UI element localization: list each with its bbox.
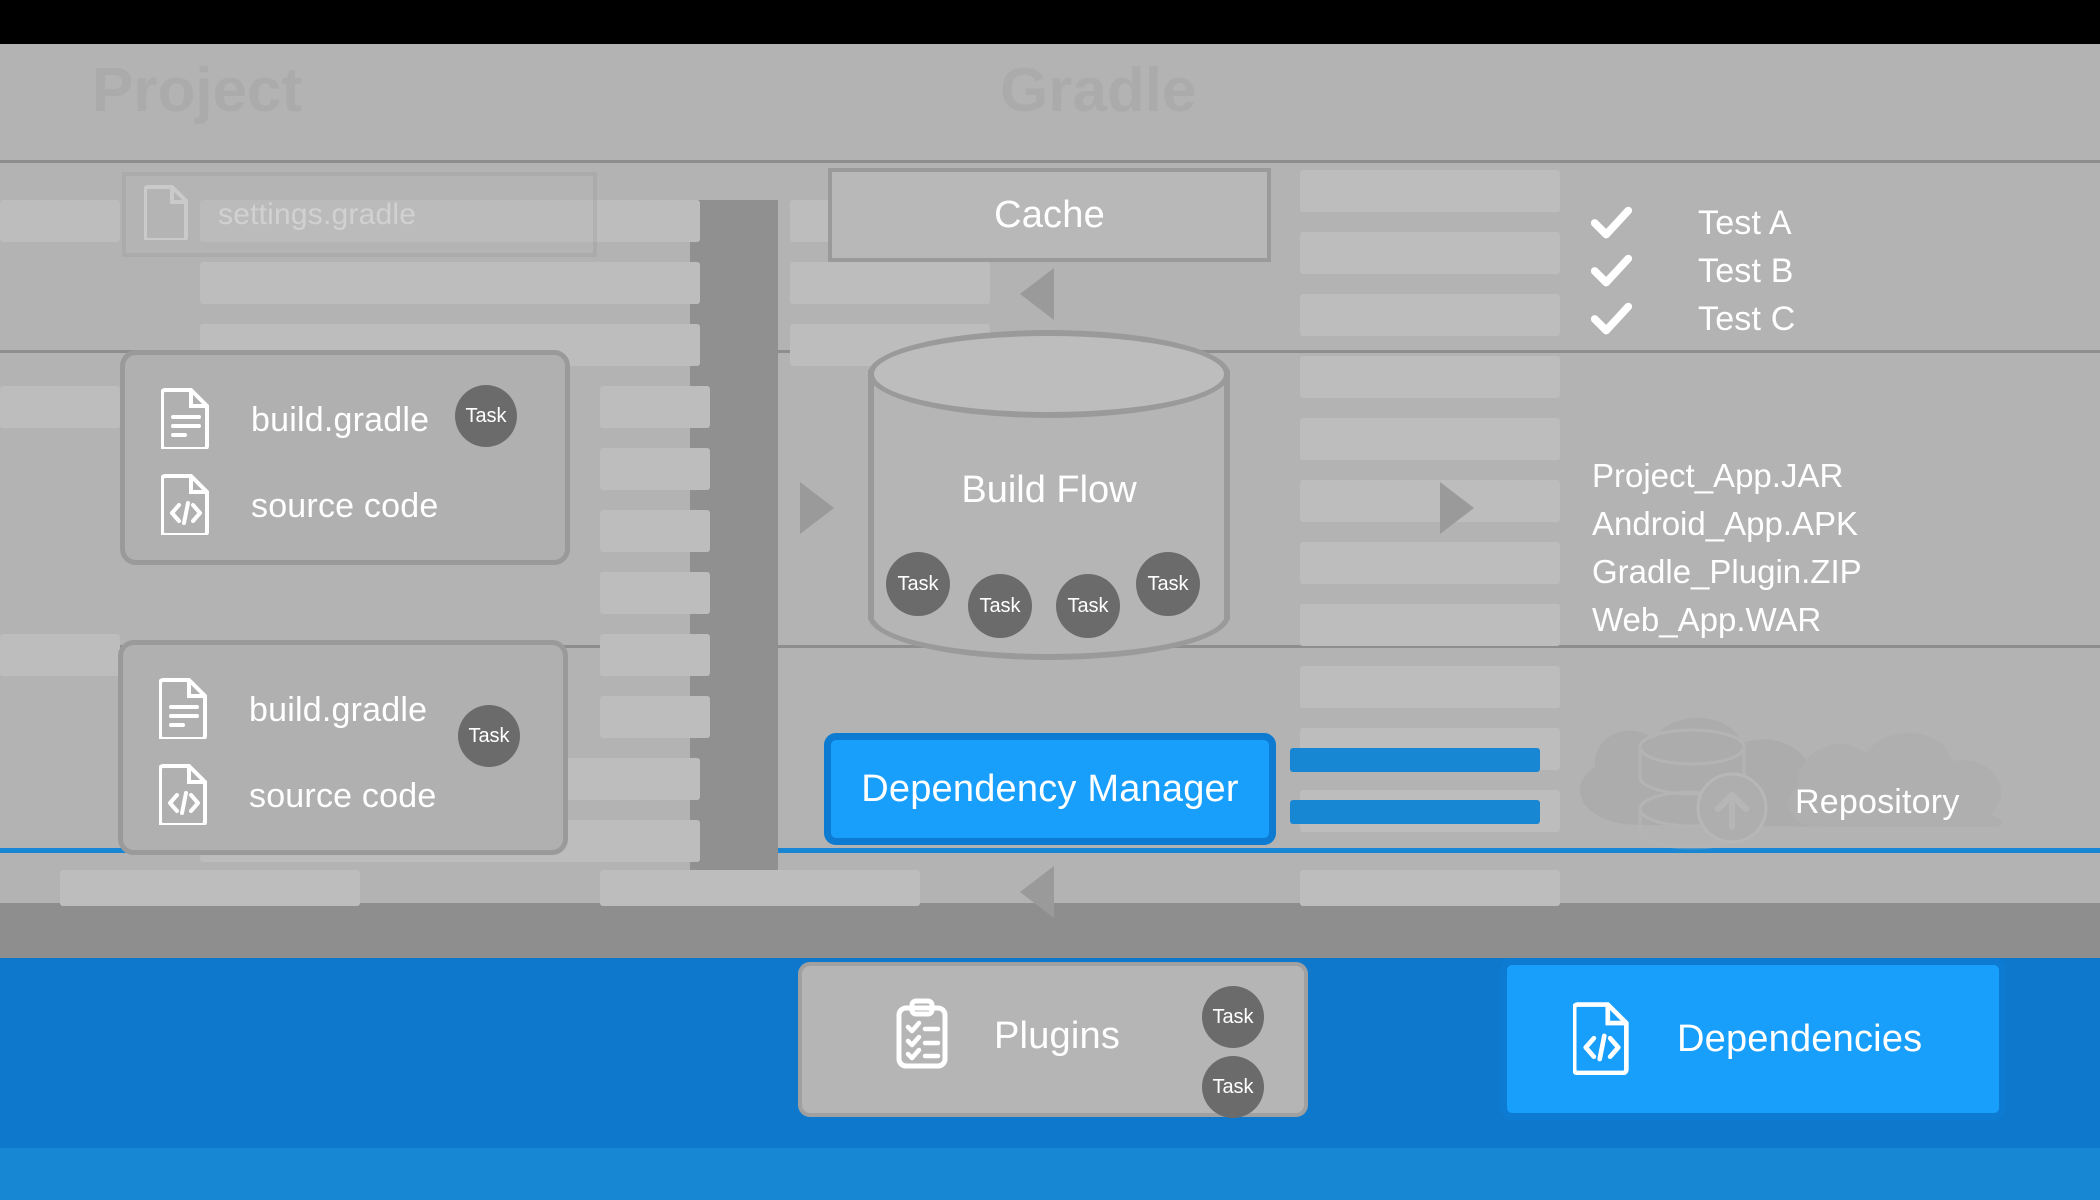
connector-rung — [600, 386, 710, 428]
connector-rung — [200, 262, 700, 304]
settings-gradle-card[interactable]: settings.gradle — [122, 172, 597, 257]
check-icon — [1590, 254, 1633, 287]
connector-rung — [600, 634, 710, 676]
build-flow-label: Build Flow — [961, 468, 1137, 511]
connector-rung — [600, 696, 710, 738]
module-label-build-gradle: build.gradle — [249, 691, 428, 729]
diagram-canvas: Project Gradle settings.gradle build.gra… — [0, 0, 2100, 1200]
arrow-into-cache — [1020, 268, 1054, 320]
arrow-feedback — [1020, 866, 1054, 918]
task-badge[interactable]: Task — [968, 574, 1032, 638]
connector-rung — [1300, 542, 1560, 584]
cylinder-top — [868, 330, 1230, 418]
dependency-manager-label: Dependency Manager — [861, 767, 1239, 810]
check-icon — [1590, 206, 1633, 239]
task-badge[interactable]: Task — [1202, 1056, 1264, 1118]
arrow-to-artifacts — [1440, 482, 1474, 534]
code-file-icon — [158, 763, 209, 830]
repository-graphic[interactable] — [1520, 705, 2020, 850]
connector-rung — [600, 510, 710, 552]
code-file-icon — [160, 473, 211, 540]
document-lines-icon — [160, 387, 211, 454]
module-label-source-code: source code — [251, 487, 439, 525]
task-badge[interactable]: Task — [1056, 574, 1120, 638]
code-file-icon — [1571, 999, 1631, 1080]
settings-gradle-label: settings.gradle — [218, 197, 417, 231]
dependency-link-lower — [1290, 800, 1540, 824]
ghost-heading-left: Project — [92, 56, 303, 125]
plugins-card[interactable]: Plugins Task Task — [798, 962, 1308, 1118]
connector-rung — [600, 870, 920, 906]
task-badge[interactable]: Task — [1136, 552, 1200, 616]
test-item-c[interactable]: Test C — [1588, 296, 1796, 342]
connector-rung-edge — [0, 386, 120, 428]
connector-rung — [1300, 870, 1560, 906]
test-item-a[interactable]: Test A — [1588, 200, 1792, 246]
test-label: Test B — [1698, 251, 1794, 290]
check-icon — [1590, 302, 1633, 335]
module-row-build-gradle: build.gradle — [158, 677, 428, 744]
test-item-b[interactable]: Test B — [1588, 248, 1794, 294]
dependencies-card[interactable]: Dependencies — [1500, 958, 2006, 1120]
plugins-label: Plugins — [994, 1015, 1121, 1057]
artifact-item[interactable]: Project_App.JAR — [1592, 457, 1843, 495]
connector-rung-edge — [0, 200, 120, 242]
connector-rung — [60, 870, 360, 906]
dependencies-label: Dependencies — [1677, 1017, 1923, 1060]
module-label-source-code: source code — [249, 777, 437, 815]
task-badge[interactable]: Task — [458, 705, 520, 767]
dependency-manager-box[interactable]: Dependency Manager — [824, 733, 1276, 845]
module-row-source-code: source code — [158, 763, 437, 830]
connector-rung — [1300, 170, 1560, 212]
artifact-item[interactable]: Gradle_Plugin.ZIP — [1592, 553, 1862, 591]
test-label: Test C — [1698, 299, 1796, 338]
artifact-item[interactable]: Android_App.APK — [1592, 505, 1858, 543]
band-footer-blue-light — [0, 1148, 2100, 1200]
connector-rung — [1300, 480, 1560, 522]
connector-rung — [1300, 294, 1560, 336]
arrow-into-buildflow — [800, 482, 834, 534]
module-label-build-gradle: build.gradle — [251, 401, 430, 439]
task-badge[interactable]: Task — [455, 385, 517, 447]
cache-box[interactable]: Cache — [828, 168, 1271, 262]
document-lines-icon — [158, 677, 209, 744]
connector-rung — [1300, 604, 1560, 646]
connector-rung — [790, 262, 990, 304]
module-card-1[interactable]: build.gradle source code Task — [120, 350, 570, 565]
connector-rung — [600, 448, 710, 490]
task-badge[interactable]: Task — [886, 552, 950, 616]
connector-rung — [1300, 232, 1560, 274]
connector-rung — [600, 572, 710, 614]
clipboard-checklist-icon — [894, 998, 950, 1075]
document-icon — [143, 184, 190, 245]
task-badge[interactable]: Task — [1202, 986, 1264, 1048]
ghost-heading-right: Gradle — [1000, 56, 1197, 125]
artifact-item[interactable]: Web_App.WAR — [1592, 601, 1821, 639]
connector-rung — [1300, 418, 1560, 460]
cache-label: Cache — [994, 193, 1105, 236]
connector-rung — [1300, 356, 1560, 398]
module-card-2[interactable]: build.gradle source code Task — [118, 640, 568, 855]
connector-rung — [1300, 666, 1560, 708]
module-row-build-gradle: build.gradle — [160, 387, 430, 454]
plugins-row: Plugins — [894, 998, 1120, 1075]
dependency-link-upper — [1290, 748, 1540, 772]
test-label: Test A — [1698, 203, 1792, 242]
connector-rung-edge — [0, 634, 120, 676]
build-flow-cylinder[interactable]: Build Flow Task Task Task Task — [868, 330, 1230, 660]
module-row-source-code: source code — [160, 473, 439, 540]
repository-label: Repository — [1795, 783, 1960, 821]
